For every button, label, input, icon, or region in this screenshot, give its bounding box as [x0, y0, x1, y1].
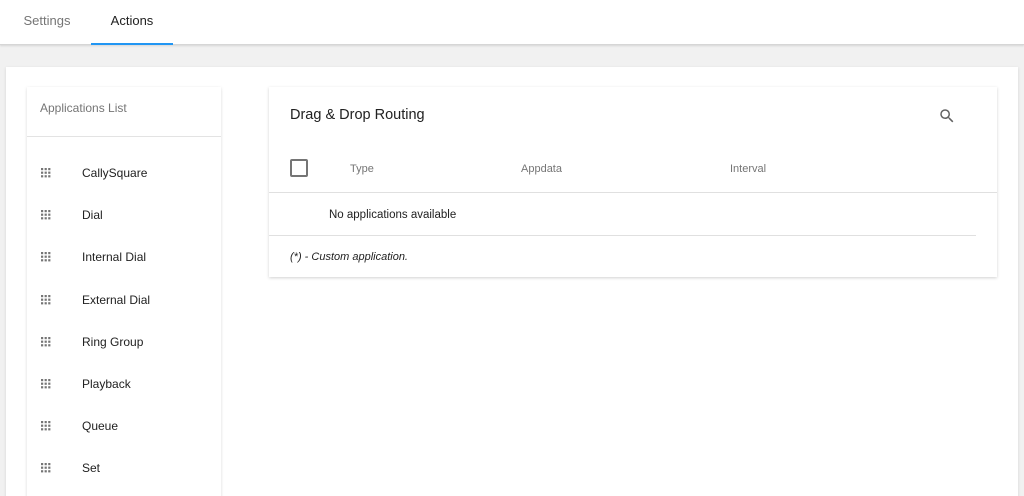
application-item-label: Dial — [82, 208, 103, 223]
drag-handle-icon[interactable] — [41, 336, 51, 347]
drag-handle-icon[interactable] — [41, 463, 51, 473]
application-item[interactable]: CallySquare — [27, 152, 221, 194]
select-all-checkbox[interactable] — [290, 159, 308, 177]
application-item[interactable]: Internal Dial — [27, 236, 221, 278]
drag-drop-routing-card: Drag & Drop Routing Type Appdata Interva… — [269, 87, 997, 277]
application-item-label: External Dial — [82, 292, 151, 307]
table-row-divider — [269, 235, 976, 236]
search-button[interactable] — [933, 102, 961, 130]
tab-settings[interactable]: Settings — [0, 0, 94, 45]
application-item[interactable]: Dial — [27, 194, 221, 236]
column-header-type[interactable]: Type — [350, 163, 374, 175]
empty-table-message: No applications available — [329, 209, 457, 221]
drag-handle-icon[interactable] — [41, 168, 51, 178]
top-tab-bar: Settings Actions — [0, 0, 1024, 45]
application-item-label: Internal Dial — [82, 250, 147, 265]
column-header-interval[interactable]: Interval — [730, 163, 766, 175]
tab-actions-label: Actions — [110, 13, 154, 28]
applications-list-title: Applications List — [40, 101, 127, 115]
application-item-label: Ring Group — [82, 334, 144, 349]
active-tab-indicator — [91, 43, 173, 45]
application-item-label: CallySquare — [82, 166, 148, 180]
application-item[interactable]: Ring Group — [27, 321, 221, 363]
application-item[interactable]: Playback — [27, 363, 221, 405]
applications-list-panel: Applications List CallySquare Dial Interna… — [27, 87, 221, 496]
application-item[interactable]: Queue — [27, 405, 221, 447]
applications-list-divider — [27, 136, 221, 137]
drag-handle-icon[interactable] — [41, 252, 51, 262]
application-item-label: Playback — [82, 377, 131, 391]
application-item[interactable]: Set — [27, 447, 221, 489]
drag-handle-icon[interactable] — [41, 379, 51, 389]
tab-actions[interactable]: Actions — [91, 0, 173, 45]
application-item-label: Queue — [82, 419, 119, 434]
application-item[interactable]: External Dial — [27, 279, 221, 321]
drag-handle-icon[interactable] — [41, 294, 51, 305]
table-header-divider — [269, 192, 997, 193]
routing-title: Drag & Drop Routing — [290, 107, 425, 123]
column-header-appdata[interactable]: Appdata — [521, 163, 562, 175]
search-icon — [940, 109, 954, 123]
drag-handle-icon[interactable] — [41, 421, 51, 431]
custom-application-footnote: (*) - Custom application. — [290, 251, 408, 263]
drag-handle-icon[interactable] — [41, 210, 51, 220]
application-item-label: Set — [82, 461, 101, 476]
